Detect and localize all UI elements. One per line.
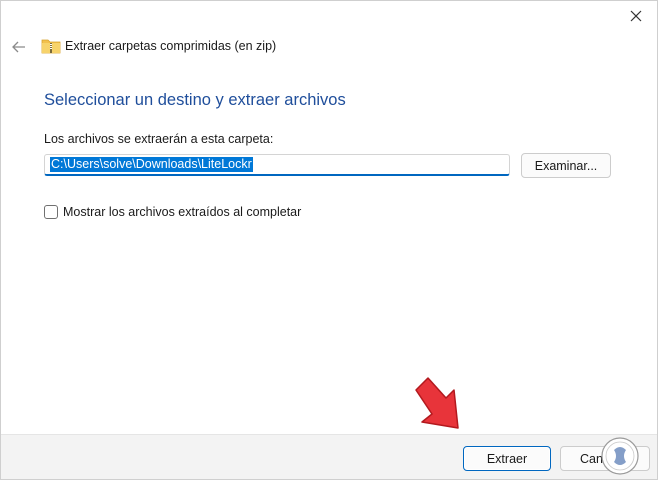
extract-button[interactable]: Extraer xyxy=(463,446,551,471)
extract-dialog: Extraer carpetas comprimidas (en zip) Se… xyxy=(0,0,658,480)
dialog-header: Extraer carpetas comprimidas (en zip) xyxy=(41,38,276,54)
show-files-checkbox[interactable] xyxy=(44,205,58,219)
close-button[interactable] xyxy=(621,3,651,29)
back-arrow-icon xyxy=(12,41,25,53)
annotation-arrow-icon xyxy=(415,377,459,429)
destination-label: Los archivos se extraerán a esta carpeta… xyxy=(44,132,274,146)
destination-path-text: C:\Users\solve\Downloads\LiteLockr xyxy=(50,157,253,172)
browse-button[interactable]: Examinar... xyxy=(521,153,611,178)
back-button[interactable] xyxy=(9,37,29,57)
show-files-option[interactable]: Mostrar los archivos extraídos al comple… xyxy=(44,205,301,219)
watermark-logo-icon xyxy=(601,437,639,475)
page-heading: Seleccionar un destino y extraer archivo… xyxy=(44,91,346,109)
dialog-footer: Extraer Cancelar xyxy=(1,434,657,479)
close-icon xyxy=(630,10,642,22)
show-files-label: Mostrar los archivos extraídos al comple… xyxy=(63,205,302,219)
destination-path-input[interactable]: C:\Users\solve\Downloads\LiteLockr xyxy=(44,154,510,176)
zip-folder-icon xyxy=(41,39,61,54)
dialog-title: Extraer carpetas comprimidas (en zip) xyxy=(65,39,277,53)
